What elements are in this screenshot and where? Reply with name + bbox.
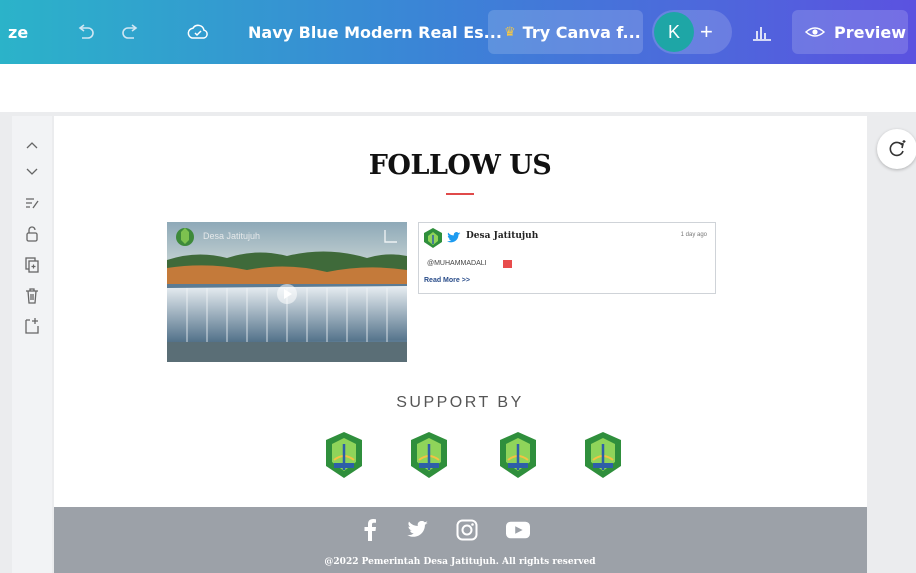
preview-label: Preview: [834, 22, 907, 42]
add-page-button[interactable]: [20, 315, 44, 337]
resize-label: ze: [8, 22, 29, 42]
document-title[interactable]: Navy Blue Modern Real Es...: [248, 0, 502, 64]
lock-button[interactable]: [20, 223, 44, 245]
twitter-link[interactable]: [406, 518, 430, 542]
duplicate-button[interactable]: [20, 254, 44, 276]
support-heading: SUPPORT BY: [396, 394, 524, 411]
page-title: FOLLOW US: [368, 150, 552, 181]
bar-chart-icon: [753, 27, 771, 41]
redo-icon: [122, 24, 138, 39]
instagram-icon: [456, 519, 478, 541]
add-page-icon: [25, 318, 39, 334]
notes-edit-icon: [26, 198, 39, 209]
youtube-icon: [506, 521, 530, 539]
waterfall-thumbnail: [167, 222, 407, 362]
twitter-bird-icon: [447, 232, 461, 243]
flag-emoji-icon: [503, 260, 512, 268]
tweet-read-more-link[interactable]: Read More >>: [424, 277, 470, 284]
facebook-icon: [364, 519, 376, 541]
editor-toolbar: ze Navy Blue Modern Real Es... ♛ Try Can…: [0, 0, 916, 64]
move-down-button[interactable]: [20, 161, 44, 183]
avatar-initial: K: [667, 21, 680, 42]
collaborators-group: K +: [652, 10, 732, 54]
twitter-icon: [407, 521, 428, 537]
youtube-link[interactable]: [506, 518, 530, 542]
twitter-post-card[interactable]: Desa Jatitujuh 1 day ago @MUHAMMADALI Re…: [418, 222, 716, 294]
notes-button[interactable]: [20, 192, 44, 214]
footer-copyright: @2022 Pemerintah Desa Jatitujuh. All rig…: [324, 557, 596, 567]
move-up-button[interactable]: [20, 134, 44, 156]
crown-icon: ♛: [504, 24, 516, 39]
sponsor-logo-1: [326, 432, 362, 478]
delete-button[interactable]: [20, 285, 44, 307]
refresh-sparkle-icon: [889, 140, 906, 157]
element-toolbar: [12, 116, 52, 573]
unlock-icon: [26, 226, 38, 242]
try-canva-pro-button[interactable]: ♛ Try Canva f...: [488, 10, 643, 54]
document-title-text: Navy Blue Modern Real Es...: [248, 22, 502, 42]
resize-menu[interactable]: ze: [8, 0, 28, 64]
facebook-link[interactable]: [358, 518, 382, 542]
undo-icon: [78, 24, 94, 39]
undo-button[interactable]: [74, 0, 96, 64]
try-canva-label: Try Canva f...: [522, 22, 641, 42]
title-underline: [446, 193, 474, 195]
redo-button[interactable]: [120, 0, 142, 64]
chevron-down-icon: [26, 168, 38, 175]
video-embed[interactable]: Desa Jatitujuh: [167, 222, 407, 362]
tweet-mention[interactable]: @MUHAMMADALI: [427, 260, 487, 267]
sponsor-logo-2: [411, 432, 447, 478]
sponsor-logo-4: [585, 432, 621, 478]
tweet-account-name: Desa Jatitujuh: [466, 231, 539, 241]
duplicate-icon: [25, 257, 39, 273]
eye-icon: [804, 27, 826, 37]
insights-button[interactable]: [750, 0, 774, 64]
tweet-timestamp: 1 day ago: [680, 232, 707, 238]
chevron-up-icon: [26, 142, 38, 149]
cloud-check-icon: [187, 24, 208, 39]
account-logo-icon: [424, 228, 442, 248]
video-channel-name: Desa Jatitujuh: [203, 231, 261, 241]
avatar[interactable]: K: [654, 12, 694, 52]
instagram-link[interactable]: [455, 518, 479, 542]
regenerate-button[interactable]: [877, 129, 916, 169]
preview-button[interactable]: Preview: [792, 10, 908, 54]
cloud-save-button[interactable]: [186, 0, 210, 64]
trash-icon: [26, 288, 38, 304]
sponsor-logo-3: [500, 432, 536, 478]
add-collaborator-button[interactable]: +: [700, 19, 713, 45]
